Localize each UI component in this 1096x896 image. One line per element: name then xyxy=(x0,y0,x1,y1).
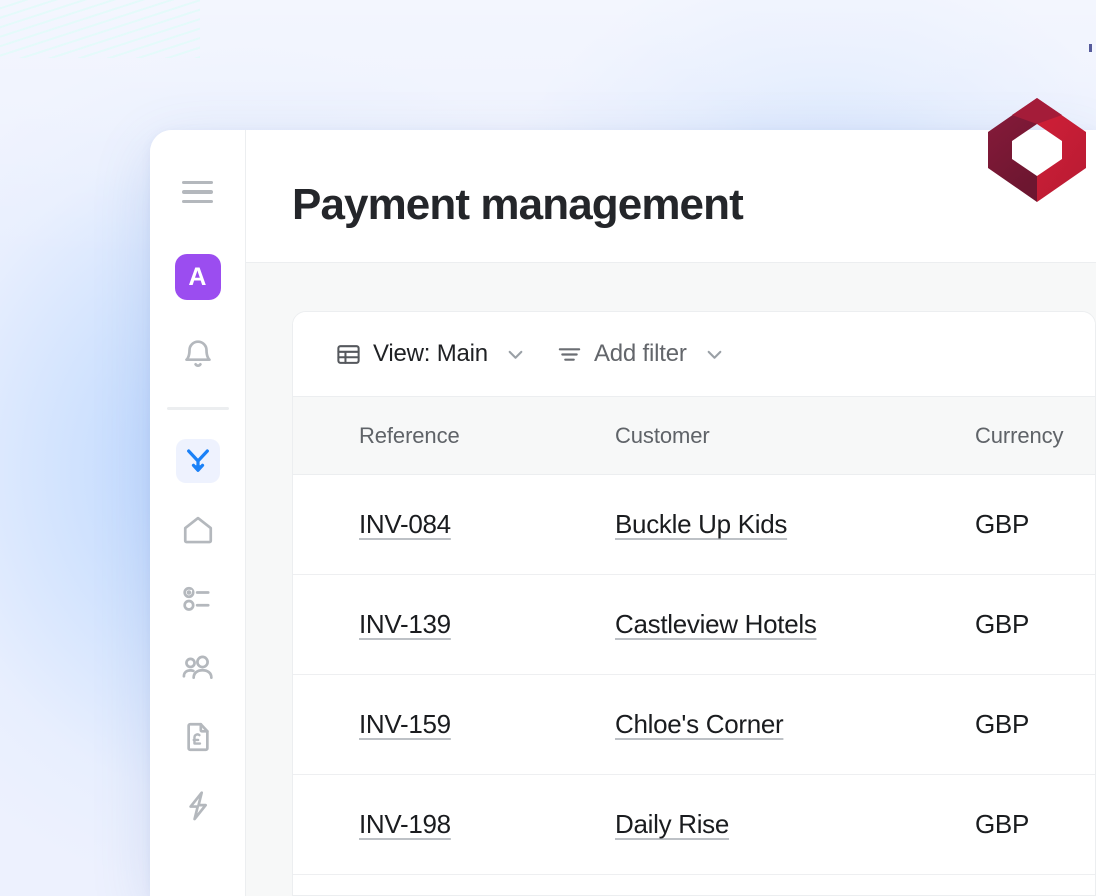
invoice-pound-icon xyxy=(186,722,209,752)
cell-reference[interactable]: INV-198 xyxy=(359,809,451,839)
table-header-row: Reference Customer Currency xyxy=(293,397,1095,476)
sidebar-divider xyxy=(166,407,229,410)
cell-currency: GBP xyxy=(975,709,1030,740)
sidebar-rail: A xyxy=(150,130,246,896)
home-icon xyxy=(183,516,212,544)
sidebar-item-tasks[interactable] xyxy=(176,577,220,621)
avatar[interactable]: A xyxy=(174,254,221,300)
view-selector[interactable]: View: Main xyxy=(335,340,528,368)
table-toolbar: View: Main Add filter xyxy=(293,312,1095,398)
view-label: View: Main xyxy=(373,340,488,368)
table-row[interactable]: INV-084 Buckle Up Kids GBP xyxy=(293,475,1095,576)
cell-customer[interactable]: Buckle Up Kids xyxy=(615,509,787,539)
main-area: Payment management View: Main Add filter… xyxy=(246,130,1096,896)
column-header-currency[interactable]: Currency xyxy=(975,423,1095,449)
column-header-reference[interactable]: Reference xyxy=(359,423,615,449)
hamburger-menu-button[interactable] xyxy=(176,170,220,214)
sidebar-item-customers[interactable] xyxy=(176,646,220,690)
column-header-customer[interactable]: Customer xyxy=(615,423,975,449)
payments-split-arrow-icon xyxy=(186,449,209,472)
cell-reference[interactable]: INV-159 xyxy=(359,709,451,739)
cell-currency: GBP xyxy=(975,809,1030,840)
app-window: A Payment management View: Main Add filt… xyxy=(150,130,1096,896)
cell-currency: GBP xyxy=(975,609,1030,640)
chevron-down-icon xyxy=(707,350,722,359)
sidebar-item-notifications[interactable] xyxy=(176,333,220,377)
sidebar-item-automations[interactable] xyxy=(176,784,220,828)
cell-customer[interactable]: Castleview Hotels xyxy=(615,609,817,639)
cell-reference[interactable]: INV-084 xyxy=(359,509,451,539)
sidebar-item-invoices[interactable] xyxy=(176,715,220,759)
page-root: A Payment management View: Main Add filt… xyxy=(0,0,1096,896)
render-artifact xyxy=(1089,44,1092,52)
bell-icon xyxy=(184,340,211,367)
page-title: Payment management xyxy=(292,180,744,229)
add-filter-label: Add filter xyxy=(593,340,687,368)
tasks-checklist-icon xyxy=(182,586,210,611)
table-row[interactable]: INV-159 Chloe's Corner GBP xyxy=(293,675,1095,776)
page-header: Payment management xyxy=(246,130,1096,264)
cell-customer[interactable]: Chloe's Corner xyxy=(615,709,784,739)
background-streaks xyxy=(0,0,200,58)
sidebar-item-home[interactable] xyxy=(176,508,220,552)
filter-lines-icon xyxy=(558,347,581,361)
hamburger-line xyxy=(182,190,213,194)
add-filter-button[interactable]: Add filter xyxy=(556,340,727,368)
chevron-down-icon xyxy=(508,350,523,359)
table-row[interactable]: INV-198 Daily Rise GBP xyxy=(293,775,1095,876)
hamburger-line xyxy=(182,180,213,185)
lightning-bolt-icon xyxy=(188,791,207,821)
table-card: View: Main Add filter Reference Customer… xyxy=(292,311,1096,896)
content-area: View: Main Add filter Reference Customer… xyxy=(246,263,1096,896)
sidebar-item-payments[interactable] xyxy=(175,439,220,483)
table-grid-icon xyxy=(337,344,360,364)
cell-customer[interactable]: Daily Rise xyxy=(615,809,729,839)
table-row[interactable]: INV-139 Castleview Hotels GBP xyxy=(293,575,1095,676)
cell-currency: GBP xyxy=(975,509,1030,540)
hamburger-line xyxy=(182,199,213,204)
cell-reference[interactable]: INV-139 xyxy=(359,609,451,639)
people-icon xyxy=(182,655,213,679)
